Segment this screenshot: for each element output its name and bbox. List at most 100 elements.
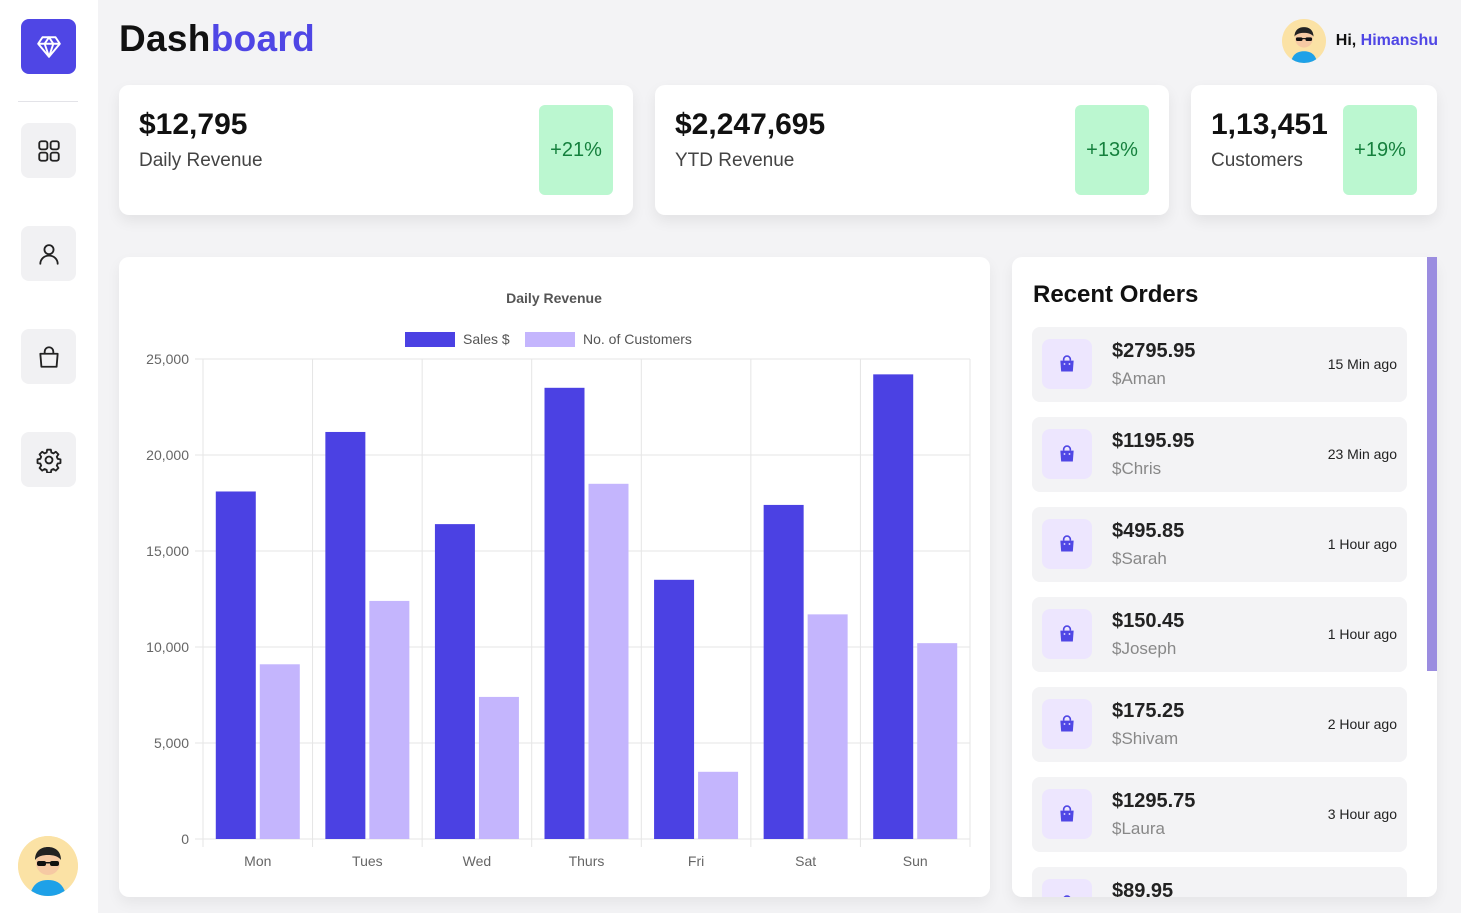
order-item[interactable]: $150.45 $Joseph 1 Hour ago: [1032, 597, 1407, 672]
sidebar-item-profile[interactable]: [21, 226, 76, 281]
x-tick-label: Sun: [903, 853, 928, 869]
stat-change-badge: +19%: [1343, 105, 1417, 195]
order-item[interactable]: $89.95: [1032, 867, 1407, 897]
stat-label: YTD Revenue: [675, 150, 795, 171]
order-amount: $89.95: [1112, 880, 1174, 897]
shopping-bag-icon: [1060, 355, 1074, 372]
sales-bar: [544, 387, 585, 839]
customers-bar: [259, 664, 300, 839]
sales-bar: [763, 504, 804, 839]
chart-title: Daily Revenue: [506, 290, 602, 306]
logo-button[interactable]: [21, 19, 76, 74]
stat-value: 1,13,451: [1211, 108, 1328, 141]
sales-bar: [325, 431, 366, 839]
order-customer-name: $Sarah: [1112, 549, 1167, 568]
recent-orders-title: Recent Orders: [1033, 281, 1199, 308]
x-tick-label: Fri: [688, 853, 704, 869]
customers-bar: [478, 696, 519, 839]
x-tick-label: Thurs: [569, 853, 605, 869]
stat-card-daily-revenue: $12,795 Daily Revenue +21%: [119, 85, 633, 215]
order-time: 3 Hour ago: [1327, 806, 1397, 822]
shopping-bag-icon: [1060, 805, 1074, 822]
stat-label: Customers: [1211, 150, 1303, 171]
order-time: 23 Min ago: [1327, 446, 1397, 462]
page-title-part1: Dash: [119, 18, 211, 59]
sidebar: [0, 0, 98, 913]
greeting-user-name: Himanshu: [1360, 32, 1438, 49]
order-icon: [1042, 519, 1092, 569]
orders-scrollbar[interactable]: [1427, 257, 1437, 671]
order-icon: [1042, 699, 1092, 749]
sidebar-divider: [18, 101, 78, 102]
legend-swatch: [525, 332, 575, 347]
order-icon: [1042, 429, 1092, 479]
y-tick-label: 20,000: [146, 447, 189, 463]
shopping-bag-icon: [1060, 625, 1074, 642]
order-item[interactable]: $1195.95 $Chris 23 Min ago: [1032, 417, 1407, 492]
stat-card-customers: 1,13,451 Customers +19%: [1191, 85, 1437, 215]
order-amount: $1295.75: [1112, 790, 1196, 812]
shopping-bag-icon: [1060, 715, 1074, 732]
sidebar-item-dashboard[interactable]: [21, 123, 76, 178]
customers-bar: [807, 614, 848, 839]
order-amount: $1195.95: [1112, 430, 1195, 452]
order-icon: [1042, 339, 1092, 389]
legend-label: No. of Customers: [583, 331, 692, 347]
stat-change-badge: +13%: [1075, 105, 1149, 195]
daily-revenue-bar-chart: Daily Revenue Sales $ No. of Customers 0 5,0…: [146, 290, 971, 869]
order-icon: [1042, 879, 1092, 897]
order-customer-name: $Laura: [1112, 819, 1165, 838]
order-customer-name: $Aman: [1112, 369, 1166, 388]
shopping-bag-icon: [1063, 895, 1071, 897]
dashboard-grid-icon: [37, 139, 60, 162]
order-amount: $495.85: [1112, 520, 1185, 542]
order-item[interactable]: $495.85 $Sarah 1 Hour ago: [1032, 507, 1407, 582]
order-customer-name: $Joseph: [1112, 639, 1177, 658]
x-tick-label: Mon: [244, 853, 271, 869]
stat-change-badge: +21%: [539, 105, 613, 195]
customers-bar: [917, 643, 958, 839]
shopping-bag-icon: [1060, 535, 1074, 552]
recent-orders-card: Recent Orders $2795.95 $Aman 15 Min ago $11…: [1012, 257, 1437, 897]
order-item[interactable]: $1295.75 $Laura 3 Hour ago: [1032, 777, 1407, 852]
user-avatar-icon[interactable]: [18, 836, 78, 896]
user-greeting: Hi, Himanshu: [1281, 19, 1438, 63]
sidebar-item-orders[interactable]: [21, 329, 76, 384]
page-title-part2: board: [210, 18, 315, 59]
y-tick-label: 0: [181, 831, 189, 847]
stat-value: $12,795: [139, 108, 248, 141]
stat-value: $2,247,695: [675, 108, 826, 141]
customers-bar: [588, 483, 629, 839]
user-icon: [38, 243, 59, 265]
order-time: 1 Hour ago: [1327, 626, 1397, 642]
order-amount: $2795.95: [1112, 340, 1196, 362]
page-title: Dashboard: [119, 18, 315, 60]
shopping-bag-icon: [1060, 445, 1074, 462]
order-time: 2 Hour ago: [1327, 716, 1397, 732]
settings-gear-icon: [36, 448, 61, 473]
order-time: 15 Min ago: [1327, 356, 1397, 372]
order-amount: $175.25: [1112, 700, 1185, 722]
sidebar-item-settings[interactable]: [21, 432, 76, 487]
order-customer-name: $Chris: [1112, 459, 1162, 478]
order-icon: [1042, 789, 1092, 839]
stat-card-ytd-revenue: $2,247,695 YTD Revenue +13%: [655, 85, 1169, 215]
customers-bar: [369, 600, 410, 839]
header-avatar-icon[interactable]: [1281, 19, 1326, 63]
shopping-bag-icon: [38, 345, 59, 368]
diamond-icon: [36, 35, 61, 58]
order-icon: [1042, 609, 1092, 659]
y-tick-label: 25,000: [146, 351, 189, 367]
greeting-text: Hi, Himanshu: [1336, 32, 1438, 50]
customers-bar: [698, 771, 739, 839]
x-tick-label: Wed: [463, 853, 492, 869]
legend-label: Sales $: [463, 331, 510, 347]
order-item[interactable]: $2795.95 $Aman 15 Min ago: [1032, 327, 1407, 402]
legend-swatch: [405, 332, 455, 347]
order-item[interactable]: $175.25 $Shivam 2 Hour ago: [1032, 687, 1407, 762]
sales-bar: [215, 491, 256, 839]
y-tick-label: 5,000: [154, 735, 189, 751]
order-amount: $150.45: [1112, 610, 1185, 632]
order-customer-name: $Shivam: [1112, 729, 1179, 748]
x-tick-label: Sat: [795, 853, 816, 869]
